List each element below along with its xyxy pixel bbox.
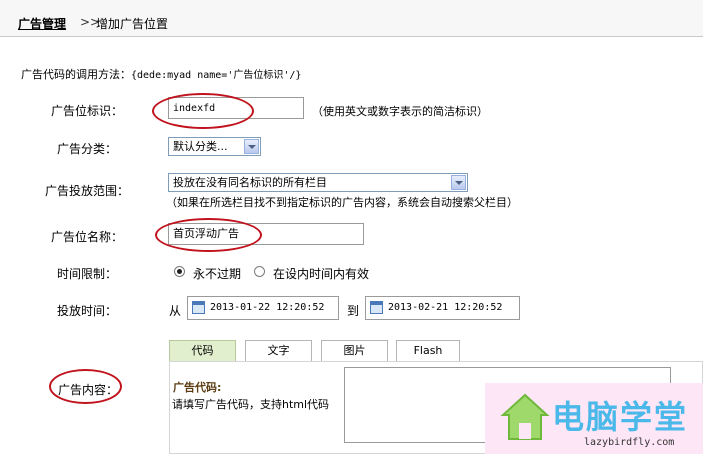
page-header: 广告管理 >> 增加广告位置 <box>0 0 703 37</box>
schedule-label: 投放时间： <box>57 304 118 318</box>
end-date-input[interactable]: 2013-02-21 12:20:52 <box>365 296 520 320</box>
watermark-url: lazybirdfly.com <box>584 437 675 448</box>
ad-code-hint: 请填写广告代码，支持html代码 <box>172 398 330 411</box>
end-date-value: 2013-02-21 12:20:52 <box>388 302 503 313</box>
breadcrumb-current: 增加广告位置 <box>96 17 169 31</box>
usage-code: {dede:myad name='广告位标识'/} <box>131 70 302 81</box>
breadcrumb-ad-management[interactable]: 广告管理 <box>18 15 66 32</box>
annotation-circle-ad-content <box>49 369 122 404</box>
ad-id-hint: （使用英文或数字表示的简洁标识） <box>312 105 488 118</box>
category-selected-value: 默认分类... <box>173 140 228 153</box>
ad-id-label: 广告位标识： <box>51 104 124 118</box>
chevron-down-icon[interactable] <box>244 139 259 154</box>
scope-selected-value: 投放在没有同名标识的所有栏目 <box>173 176 327 189</box>
radio-period-label[interactable]: 在设内时间内有效 <box>273 265 369 282</box>
tab-code[interactable]: 代码 <box>169 340 236 361</box>
radio-forever-label[interactable]: 永不过期 <box>193 265 241 282</box>
start-date-value: 2013-01-22 12:20:52 <box>210 302 325 313</box>
house-logo-icon <box>500 393 550 440</box>
start-date-input[interactable]: 2013-01-22 12:20:52 <box>187 296 339 320</box>
tab-flash[interactable]: Flash <box>396 340 460 361</box>
annotation-circle-ad-id <box>152 93 254 129</box>
tab-image[interactable]: 图片 <box>321 340 388 361</box>
ad-code-label: 广告代码: <box>173 381 222 394</box>
category-label: 广告分类： <box>57 142 118 156</box>
radio-period[interactable] <box>254 266 265 277</box>
usage-label: 广告代码的调用方法： <box>21 68 131 81</box>
calendar-icon[interactable] <box>192 301 205 314</box>
ad-name-label: 广告位名称： <box>51 230 124 244</box>
calendar-icon[interactable] <box>370 301 383 314</box>
to-label: 到 <box>347 304 360 318</box>
category-select[interactable]: 默认分类... <box>168 137 261 156</box>
scope-select[interactable]: 投放在没有同名标识的所有栏目 <box>168 173 468 192</box>
scope-hint: （如果在所选栏目找不到指定标识的广告内容，系统会自动搜索父栏目） <box>166 196 518 209</box>
usage-hint: 广告代码的调用方法：{dede:myad name='广告位标识'/} <box>21 66 301 82</box>
tab-text[interactable]: 文字 <box>245 340 312 361</box>
time-limit-label: 时间限制： <box>57 267 118 281</box>
watermark-text: 电脑学堂 <box>552 398 689 436</box>
scope-label: 广告投放范围： <box>45 184 130 198</box>
chevron-down-icon[interactable] <box>451 175 466 190</box>
radio-forever[interactable] <box>174 266 185 277</box>
annotation-circle-ad-name <box>155 218 262 252</box>
from-label: 从 <box>169 304 182 318</box>
